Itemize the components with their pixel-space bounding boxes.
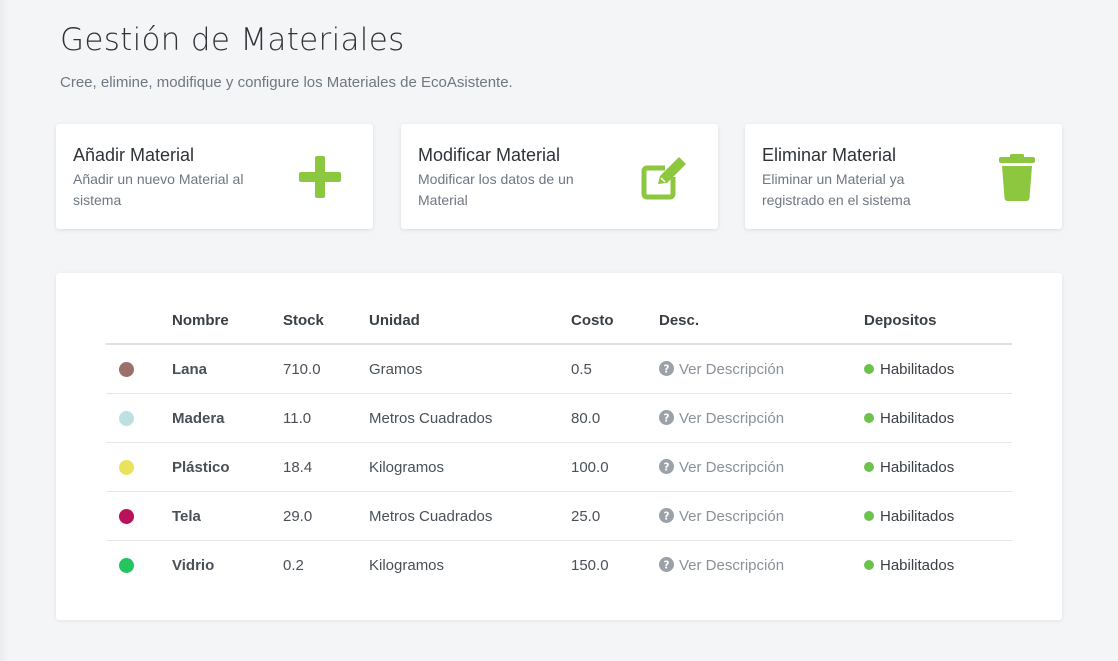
view-description-label: Ver Descripción <box>679 556 785 574</box>
question-icon: ? <box>659 507 674 523</box>
material-unit: Kilogramos <box>369 442 571 492</box>
materials-table: Nombre Stock Unidad Costo Desc. Deposito… <box>106 297 1012 589</box>
table-row: Madera 11.0 Metros Cuadrados 80.0 ? Ver D… <box>106 393 1012 443</box>
table-row: Vidrio 0.2 Kilogramos 150.0 ? Ver Descrip… <box>106 541 1012 590</box>
material-unit: Kilogramos <box>369 556 445 574</box>
status-dot <box>864 412 874 423</box>
edit-icon[interactable] <box>639 154 687 202</box>
deposits-status-label: Habilitados <box>880 507 955 525</box>
svg-text:?: ? <box>664 461 670 473</box>
status-dot <box>864 461 874 472</box>
edit-material-title: Modificar Material <box>418 145 561 165</box>
material-stock: 0.2 <box>283 556 304 574</box>
table-header-row: Nombre Stock Unidad Costo Desc. Deposito… <box>106 297 1012 345</box>
material-unit: Gramos <box>369 344 571 394</box>
header-desc: Desc. <box>659 297 864 345</box>
page: Gestión de Materiales Cree, elimine, mod… <box>0 0 1118 661</box>
delete-material-card[interactable]: Eliminar Material Eliminar un Material y… <box>745 124 1062 229</box>
material-stock: 29.0 <box>283 491 369 541</box>
trash-icon[interactable] <box>995 154 1043 202</box>
material-unit: Metros Cuadrados <box>369 491 571 541</box>
material-color-dot <box>119 362 134 378</box>
view-description-label: Ver Descripción <box>679 458 785 476</box>
view-description-label: Ver Descripción <box>679 360 785 378</box>
material-stock: 18.4 <box>283 442 369 492</box>
material-stock: 710.0 <box>283 344 369 394</box>
material-cost: 80.0 <box>571 393 659 443</box>
add-material-description: Añadir un nuevo Material al sistema <box>73 171 244 208</box>
svg-text:?: ? <box>664 412 670 424</box>
material-color-dot <box>119 509 134 525</box>
svg-text:?: ? <box>664 363 670 375</box>
status-dot <box>864 559 874 570</box>
page-title: Gestión de Materiales <box>60 22 405 58</box>
material-color-dot <box>119 411 134 427</box>
delete-material-description: Eliminar un Material ya registrado en el… <box>762 171 911 208</box>
header-stock: Stock <box>283 297 369 345</box>
status-dot <box>864 363 874 374</box>
plus-icon[interactable] <box>296 154 344 202</box>
material-name: Vidrio <box>172 556 215 574</box>
delete-material-title: Eliminar Material <box>762 145 897 165</box>
material-name: Plástico <box>172 442 283 492</box>
header-cost: Costo <box>571 297 659 345</box>
material-color-dot <box>119 460 134 476</box>
header-unit: Unidad <box>369 297 571 345</box>
question-icon: ? <box>659 458 674 474</box>
material-cost: 25.0 <box>571 491 659 541</box>
page-subtitle: Cree, elimine, modifique y configure los… <box>60 74 513 91</box>
question-icon: ? <box>659 409 674 425</box>
deposits-status: Habilitados <box>864 459 954 476</box>
materials-table-card: Nombre Stock Unidad Costo Desc. Deposito… <box>56 273 1062 620</box>
status-dot <box>864 510 874 521</box>
material-cost: 100.0 <box>571 442 659 492</box>
deposits-status: Habilitados <box>864 557 954 574</box>
material-color-dot <box>119 558 134 574</box>
view-description-link[interactable]: ? Ver Descripción <box>659 556 785 574</box>
view-description-link[interactable]: ? Ver Descripción <box>659 507 785 525</box>
view-description-link[interactable]: ? Ver Descripción <box>659 360 785 378</box>
material-stock: 11.0 <box>283 393 369 443</box>
deposits-status: Habilitados <box>864 410 954 427</box>
deposits-status-label: Habilitados <box>880 409 955 427</box>
material-cost: 0.5 <box>571 344 659 394</box>
svg-text:?: ? <box>664 559 670 571</box>
deposits-status: Habilitados <box>864 361 954 378</box>
table-row: Tela 29.0 Metros Cuadrados 25.0 ? Ver Des… <box>106 491 1012 541</box>
deposits-status-label: Habilitados <box>880 458 955 476</box>
deposits-status: Habilitados <box>864 508 954 525</box>
deposits-status-label: Habilitados <box>880 556 955 574</box>
material-unit: Metros Cuadrados <box>369 393 571 443</box>
deposits-status-label: Habilitados <box>880 360 955 378</box>
table-row: Lana 710.0 Gramos 0.5 ? Ver Descripción H… <box>106 344 1012 394</box>
edit-material-description: Modificar los datos de un Material <box>418 171 574 208</box>
view-description-label: Ver Descripción <box>679 409 785 427</box>
edit-material-card[interactable]: Modificar Material Modificar los datos d… <box>401 124 718 229</box>
svg-text:?: ? <box>664 510 670 522</box>
material-name: Lana <box>172 344 283 394</box>
header-color <box>106 297 172 345</box>
question-icon: ? <box>659 360 674 376</box>
material-name: Tela <box>172 491 283 541</box>
header-name: Nombre <box>172 297 283 345</box>
view-description-label: Ver Descripción <box>679 507 785 525</box>
header-deposits: Depositos <box>864 297 1012 345</box>
view-description-link[interactable]: ? Ver Descripción <box>659 458 785 476</box>
add-material-title: Añadir Material <box>73 145 195 165</box>
material-name: Madera <box>172 393 283 443</box>
question-icon: ? <box>659 556 674 572</box>
add-material-card[interactable]: Añadir Material Añadir un nuevo Material… <box>56 124 373 229</box>
sidebar-edge <box>0 0 8 661</box>
table-row: Plástico 18.4 Kilogramos 100.0 ? Ver Desc… <box>106 442 1012 492</box>
material-cost: 150.0 <box>571 556 609 574</box>
view-description-link[interactable]: ? Ver Descripción <box>659 409 785 427</box>
